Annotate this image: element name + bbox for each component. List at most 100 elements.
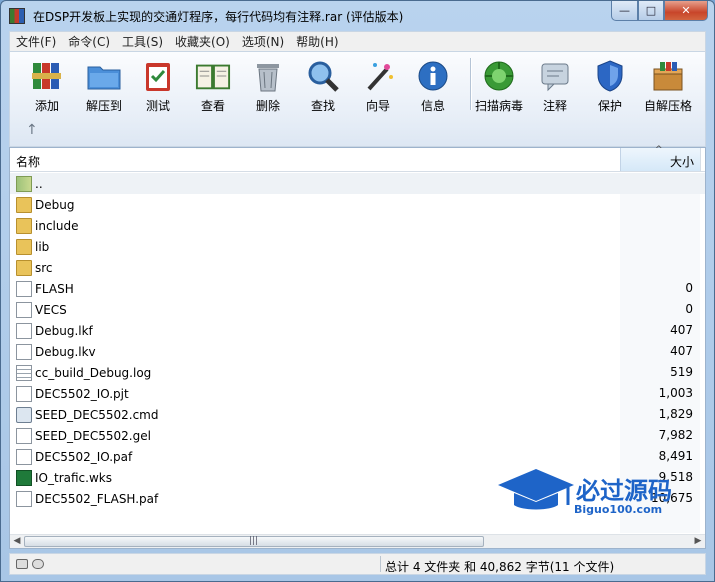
extract-to-label: 解压到 bbox=[85, 99, 122, 113]
menu-tools[interactable]: 工具(S) bbox=[116, 33, 169, 50]
toolbar: 添加 解压到 测试 查看 删除 查找 向导 信息 扫描病毒 注释 保护 自解压格… bbox=[9, 51, 706, 147]
file-name: SEED_DEC5502.gel bbox=[35, 428, 151, 443]
horizontal-scrollbar[interactable]: ◀ ||| ▶ bbox=[10, 534, 705, 548]
file-size: 0 bbox=[685, 302, 693, 316]
comment-label: 注释 bbox=[542, 99, 567, 113]
menu-file[interactable]: 文件(F) bbox=[10, 33, 62, 50]
watermark-logo: 必过源码 Biguo100.com bbox=[496, 463, 696, 523]
text-file-icon bbox=[16, 364, 32, 381]
file-icon bbox=[16, 448, 32, 465]
grip-icon: ||| bbox=[249, 536, 259, 546]
winrar-window: 在DSP开发板上实现的交通灯程序，每行代码均有注释.rar (评估版本) — □… bbox=[0, 0, 715, 582]
folder-icon bbox=[16, 196, 32, 213]
scan-virus-label: 扫描病毒 bbox=[474, 99, 523, 113]
sfx-label: 自解压格 bbox=[643, 99, 692, 113]
spreadsheet-file-icon bbox=[16, 469, 32, 486]
folder-icon bbox=[16, 238, 32, 255]
file-size: 407 bbox=[670, 344, 693, 358]
test-label: 测试 bbox=[145, 99, 170, 113]
folder-icon bbox=[16, 217, 32, 234]
table-row[interactable]: lib bbox=[10, 236, 705, 257]
file-size: 8,491 bbox=[658, 449, 693, 463]
file-name: DEC5502_FLASH.paf bbox=[35, 491, 159, 506]
virus-scan-icon bbox=[481, 58, 517, 93]
view-label: 查看 bbox=[200, 99, 225, 113]
info-label: 信息 bbox=[420, 99, 445, 113]
file-icon bbox=[16, 301, 32, 318]
file-size: 1,003 bbox=[658, 386, 693, 400]
table-row[interactable]: Debug bbox=[10, 194, 705, 215]
wizard-button[interactable]: 向导 bbox=[350, 56, 406, 114]
up-folder-button[interactable]: ↑ bbox=[26, 122, 38, 138]
table-row[interactable]: cc_build_Debug.log 519 bbox=[10, 362, 705, 383]
menu-help[interactable]: 帮助(H) bbox=[290, 33, 344, 50]
scan-virus-button[interactable]: 扫描病毒 bbox=[471, 56, 527, 114]
menu-bar: 文件(F) 命令(C) 工具(S) 收藏夹(O) 选项(N) 帮助(H) bbox=[9, 31, 706, 51]
table-row[interactable]: Debug.lkv 407 bbox=[10, 341, 705, 362]
scroll-left-icon[interactable]: ◀ bbox=[10, 536, 24, 548]
maximize-button[interactable]: □ bbox=[638, 1, 664, 21]
minimize-button[interactable]: — bbox=[611, 1, 638, 21]
header-end bbox=[700, 148, 705, 171]
add-books-icon bbox=[29, 58, 65, 93]
window-title: 在DSP开发板上实现的交通灯程序，每行代码均有注释.rar (评估版本) bbox=[33, 9, 404, 24]
table-row[interactable]: SEED_DEC5502.cmd 1,829 bbox=[10, 404, 705, 425]
view-button[interactable]: 查看 bbox=[185, 56, 241, 114]
graduation-cap-icon bbox=[498, 469, 574, 510]
delete-button[interactable]: 删除 bbox=[240, 56, 296, 114]
menu-command[interactable]: 命令(C) bbox=[62, 33, 116, 50]
table-row[interactable]: src bbox=[10, 257, 705, 278]
table-row[interactable]: DEC5502_IO.pjt 1,003 bbox=[10, 383, 705, 404]
file-icon bbox=[16, 385, 32, 402]
test-button[interactable]: 测试 bbox=[130, 56, 186, 114]
wizard-label: 向导 bbox=[365, 99, 390, 113]
file-name: src bbox=[35, 260, 53, 275]
winrar-app-icon bbox=[9, 8, 25, 24]
file-size: 1,829 bbox=[658, 407, 693, 421]
column-size-label: 大小 bbox=[669, 155, 694, 169]
table-row[interactable]: VECS 0 bbox=[10, 299, 705, 320]
drive-icon[interactable] bbox=[16, 559, 28, 569]
scroll-right-icon[interactable]: ▶ bbox=[691, 536, 705, 548]
file-name: IO_trafic.wks bbox=[35, 470, 112, 485]
file-icon bbox=[16, 343, 32, 360]
parent-folder-icon bbox=[16, 175, 32, 192]
file-name: FLASH bbox=[35, 281, 74, 296]
table-row[interactable]: FLASH 0 bbox=[10, 278, 705, 299]
comment-button[interactable]: 注释 bbox=[527, 56, 583, 114]
extract-to-button[interactable]: 解压到 bbox=[76, 56, 132, 114]
file-name: Debug.lkv bbox=[35, 344, 96, 359]
info-icon bbox=[415, 58, 451, 93]
scroll-thumb[interactable]: ||| bbox=[24, 536, 484, 547]
shield-icon bbox=[592, 58, 628, 93]
status-bar: 总计 4 文件夹 和 40,862 字节(11 个文件) bbox=[9, 553, 706, 575]
table-row[interactable]: SEED_DEC5502.gel 7,982 bbox=[10, 425, 705, 446]
file-icon bbox=[16, 280, 32, 297]
info-button[interactable]: 信息 bbox=[405, 56, 461, 114]
title-bar[interactable]: 在DSP开发板上实现的交通灯程序，每行代码均有注释.rar (评估版本) — □… bbox=[1, 1, 714, 31]
menu-favorites[interactable]: 收藏夹(O) bbox=[169, 33, 236, 50]
comment-icon bbox=[537, 58, 573, 93]
sfx-button[interactable]: 自解压格 bbox=[640, 56, 696, 114]
window-controls: — □ ✕ bbox=[611, 1, 708, 21]
file-name: cc_build_Debug.log bbox=[35, 365, 152, 380]
file-size: 407 bbox=[670, 323, 693, 337]
wizard-wand-icon bbox=[360, 58, 396, 93]
view-book-icon bbox=[195, 58, 231, 93]
table-row[interactable]: .. bbox=[10, 173, 705, 194]
add-button[interactable]: 添加 bbox=[19, 56, 75, 114]
delete-label: 删除 bbox=[255, 99, 280, 113]
file-name: Debug bbox=[35, 197, 75, 212]
protect-button[interactable]: 保护 bbox=[582, 56, 638, 114]
file-size: 519 bbox=[670, 365, 693, 379]
menu-options[interactable]: 选项(N) bbox=[236, 33, 290, 50]
find-button[interactable]: 查找 bbox=[295, 56, 351, 114]
script-file-icon bbox=[16, 406, 32, 423]
column-name[interactable]: 名称 bbox=[16, 153, 40, 170]
table-row[interactable]: include bbox=[10, 215, 705, 236]
close-button[interactable]: ✕ bbox=[664, 1, 708, 21]
table-row[interactable]: Debug.lkf 407 bbox=[10, 320, 705, 341]
column-size[interactable]: ^ 大小 bbox=[620, 145, 700, 171]
file-icon bbox=[16, 490, 32, 507]
key-icon[interactable] bbox=[32, 559, 44, 569]
